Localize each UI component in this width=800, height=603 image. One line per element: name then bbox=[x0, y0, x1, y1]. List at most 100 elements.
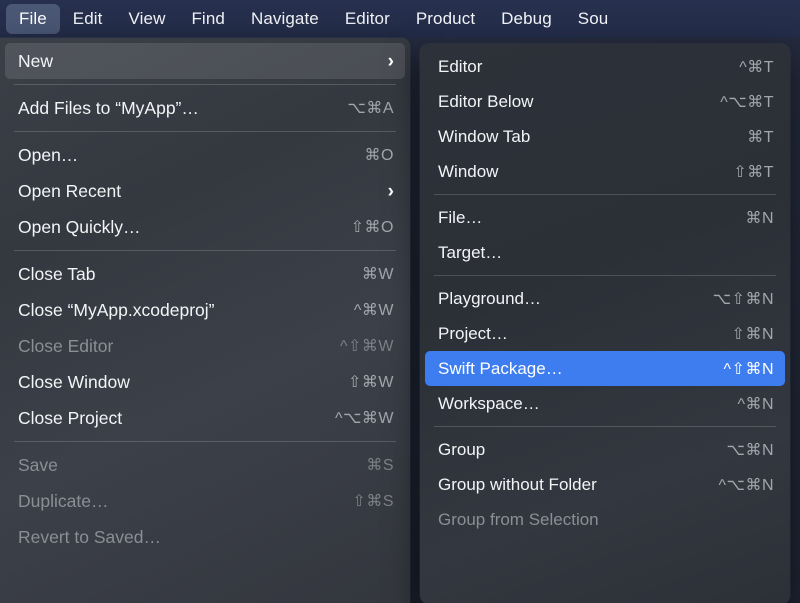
menu-item-shortcut: ⇧⌘T bbox=[733, 162, 774, 182]
menubar-item-label: Navigate bbox=[251, 9, 319, 29]
menu-item-label: Revert to Saved… bbox=[18, 527, 394, 548]
menu-item-shortcut: ^⌘T bbox=[739, 57, 774, 77]
menu-bar: File Edit View Find Navigate Editor Product Deb… bbox=[0, 0, 800, 38]
menu-item-editor-below[interactable]: Editor Below ^⌥⌘T bbox=[425, 84, 785, 119]
menu-item-open[interactable]: Open… ⌘O bbox=[5, 137, 405, 173]
menu-separator bbox=[434, 426, 776, 427]
menu-item-shortcut: ⌘T bbox=[747, 127, 774, 147]
menu-separator bbox=[14, 250, 396, 251]
menu-item-swift-package[interactable]: Swift Package… ^⇧⌘N bbox=[425, 351, 785, 386]
menu-item-shortcut: ^⌥⌘W bbox=[335, 408, 394, 428]
menu-item-new[interactable]: New › bbox=[5, 43, 405, 79]
menubar-item-debug[interactable]: Debug bbox=[488, 4, 565, 34]
menu-item-target[interactable]: Target… bbox=[425, 235, 785, 270]
menu-item-playground[interactable]: Playground… ⌥⇧⌘N bbox=[425, 281, 785, 316]
menu-item-shortcut: ⇧⌘W bbox=[348, 372, 394, 392]
menu-item-duplicate: Duplicate… ⇧⌘S bbox=[5, 483, 405, 519]
menu-item-label: Duplicate… bbox=[18, 491, 334, 512]
menu-item-shortcut: ⇧⌘N bbox=[732, 324, 774, 344]
menubar-item-label: Find bbox=[191, 9, 224, 29]
menu-item-group[interactable]: Group⌥⌘N bbox=[425, 432, 785, 467]
menu-item-workspace[interactable]: Workspace… ^⌘N bbox=[425, 386, 785, 421]
menu-item-shortcut: ⌥⇧⌘N bbox=[713, 289, 774, 309]
menu-item-label: Open Quickly… bbox=[18, 217, 333, 238]
menu-item-label: Open Recent bbox=[18, 181, 370, 202]
menubar-item-product[interactable]: Product bbox=[403, 4, 488, 34]
menubar-item-editor[interactable]: Editor bbox=[332, 4, 403, 34]
chevron-right-icon: › bbox=[388, 52, 394, 71]
menu-item-revert-to-saved: Revert to Saved… bbox=[5, 519, 405, 555]
new-submenu-panel: Editor^⌘TEditor Below^⌥⌘TWindow Tab⌘TWin… bbox=[420, 44, 790, 603]
menu-item-label: Add Files to “MyApp”… bbox=[18, 98, 329, 119]
menu-item-project[interactable]: Project… ⇧⌘N bbox=[425, 316, 785, 351]
menu-item-label: Close “MyApp.xcodeproj” bbox=[18, 300, 336, 321]
menubar-item-edit[interactable]: Edit bbox=[60, 4, 116, 34]
menu-item-label: Close Editor bbox=[18, 336, 322, 357]
menu-item-shortcut: ^⌥⌘T bbox=[720, 92, 774, 112]
menu-item-shortcut: ^⇧⌘N bbox=[724, 359, 774, 379]
menu-item-close-tab[interactable]: Close Tab ⌘W bbox=[5, 256, 405, 292]
menu-item-window[interactable]: Window ⇧⌘T bbox=[425, 154, 785, 189]
menu-item-window-tab[interactable]: Window Tab ⌘T bbox=[425, 119, 785, 154]
menu-item-label: Editor bbox=[438, 57, 721, 77]
menu-item-add-files-to-myapp[interactable]: Add Files to “MyApp”… ⌥⌘A bbox=[5, 90, 405, 126]
menubar-item-navigate[interactable]: Navigate bbox=[238, 4, 332, 34]
menubar-item-sou[interactable]: Sou bbox=[565, 4, 622, 34]
menubar-item-file[interactable]: File bbox=[6, 4, 60, 34]
menubar-item-label: Edit bbox=[73, 9, 103, 29]
menu-item-label: Playground… bbox=[438, 289, 695, 309]
menu-item-label: Editor Below bbox=[438, 92, 702, 112]
menu-item-label: Group without Folder bbox=[438, 475, 701, 495]
menu-item-open-quickly[interactable]: Open Quickly… ⇧⌘O bbox=[5, 209, 405, 245]
menu-item-shortcut: ^⌘W bbox=[354, 300, 394, 320]
menu-item-close-project[interactable]: Close Project^⌥⌘W bbox=[5, 400, 405, 436]
menu-item-label: Close Tab bbox=[18, 264, 344, 285]
menubar-item-find[interactable]: Find bbox=[178, 4, 237, 34]
menu-item-shortcut: ^⌘N bbox=[737, 394, 774, 414]
menu-item-label: Target… bbox=[438, 243, 774, 263]
menu-item-label: Swift Package… bbox=[438, 359, 706, 379]
menu-item-label: New bbox=[18, 51, 370, 72]
menu-separator bbox=[14, 84, 396, 85]
menu-item-save: Save ⌘S bbox=[5, 447, 405, 483]
menu-item-label: Workspace… bbox=[438, 394, 719, 414]
menu-item-open-recent[interactable]: Open Recent › bbox=[5, 173, 405, 209]
menu-item-label: Open… bbox=[18, 145, 347, 166]
menu-item-shortcut: ⌘O bbox=[365, 145, 394, 165]
menubar-item-label: File bbox=[19, 9, 47, 29]
file-menu-panel: New › Add Files to “MyApp”… ⌥⌘A Open… ⌘O Open … bbox=[0, 38, 410, 603]
menu-item-shortcut: ⌘S bbox=[366, 455, 394, 475]
menu-item-label: Window Tab bbox=[438, 127, 729, 147]
menu-item-shortcut: ^⇧⌘W bbox=[340, 336, 394, 356]
menu-separator bbox=[14, 441, 396, 442]
menu-separator bbox=[14, 131, 396, 132]
menu-separator bbox=[434, 275, 776, 276]
menu-item-group-from-selection: Group from Selection bbox=[425, 502, 785, 537]
menu-item-close-editor: Close Editor ^⇧⌘W bbox=[5, 328, 405, 364]
menubar-item-label: View bbox=[129, 9, 166, 29]
menu-item-editor[interactable]: Editor ^⌘T bbox=[425, 49, 785, 84]
menu-item-label: Group from Selection bbox=[438, 510, 774, 530]
menu-item-close-window[interactable]: Close Window ⇧⌘W bbox=[5, 364, 405, 400]
menubar-item-label: Editor bbox=[345, 9, 390, 29]
menu-item-label: Group bbox=[438, 440, 709, 460]
menu-item-label: Project… bbox=[438, 324, 714, 344]
menu-item-shortcut: ⇧⌘S bbox=[352, 491, 394, 511]
menu-item-shortcut: ⌘W bbox=[362, 264, 394, 284]
chevron-right-icon: › bbox=[388, 182, 394, 201]
menu-item-shortcut: ⌥⌘A bbox=[347, 98, 394, 118]
menu-item-label: Save bbox=[18, 455, 348, 476]
menu-item-close-myapp-xcodeproj[interactable]: Close “MyApp.xcodeproj” ^⌘W bbox=[5, 292, 405, 328]
menubar-item-label: Debug bbox=[501, 9, 552, 29]
menu-item-group-without-folder[interactable]: Group without Folder ^⌥⌘N bbox=[425, 467, 785, 502]
menu-item-shortcut: ^⌥⌘N bbox=[719, 475, 775, 495]
menubar-item-label: Sou bbox=[578, 9, 609, 29]
menubar-item-view[interactable]: View bbox=[116, 4, 179, 34]
menu-item-file[interactable]: File…⌘N bbox=[425, 200, 785, 235]
menu-item-label: Close Window bbox=[18, 372, 330, 393]
menu-item-shortcut: ⇧⌘O bbox=[351, 217, 394, 237]
xcode-menu-screen: File Edit View Find Navigate Editor Product Deb… bbox=[0, 0, 800, 603]
menu-item-label: Window bbox=[438, 162, 715, 182]
menu-item-shortcut: ⌘N bbox=[745, 208, 774, 228]
menubar-item-label: Product bbox=[416, 9, 475, 29]
